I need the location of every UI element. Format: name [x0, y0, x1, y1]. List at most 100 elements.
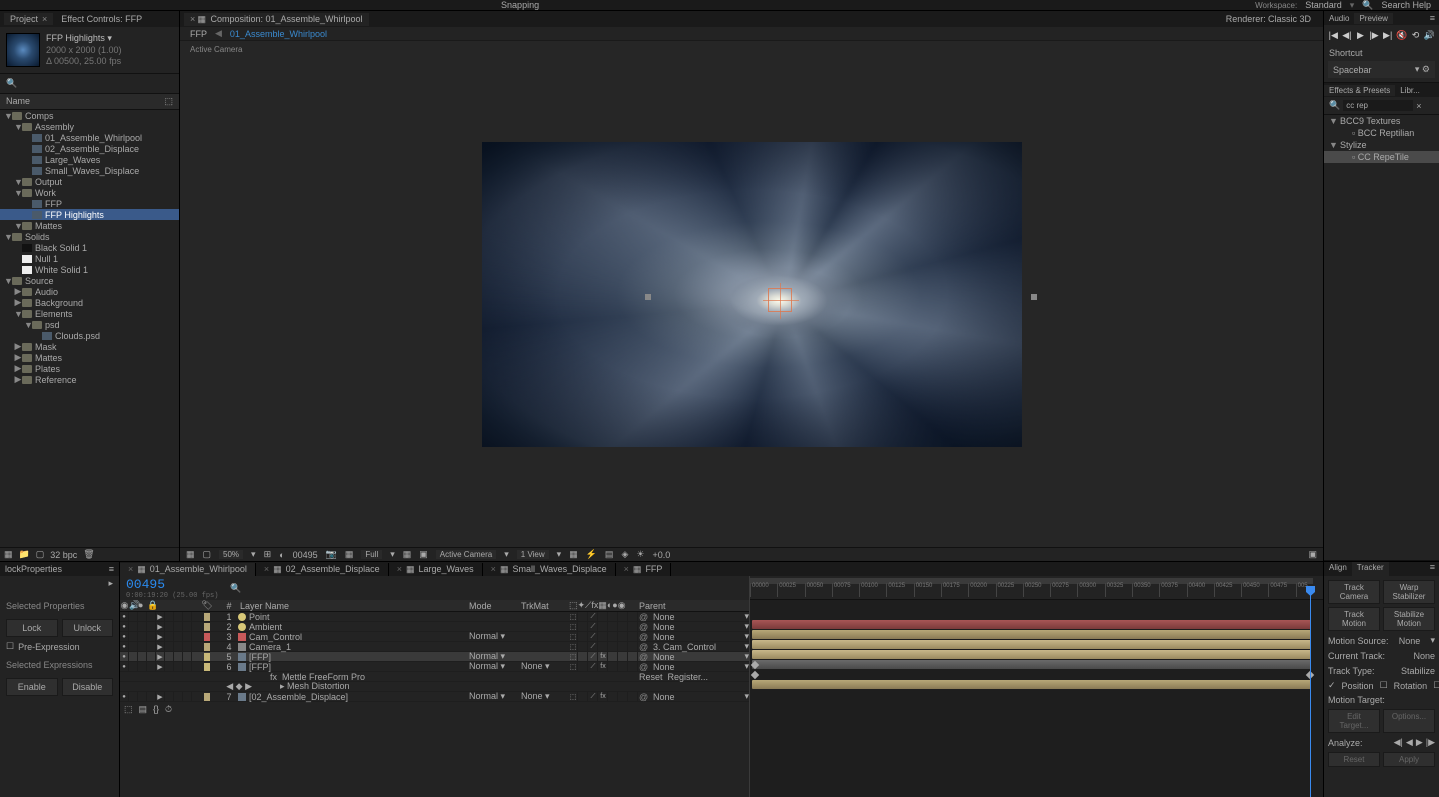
- magnification-dropdown[interactable]: 50%: [219, 550, 243, 559]
- visibility-toggle[interactable]: [120, 692, 129, 701]
- exposure-value[interactable]: +0.0: [652, 550, 670, 560]
- parent-dropdown[interactable]: None: [653, 662, 675, 672]
- views-dropdown[interactable]: 1 View: [517, 550, 549, 559]
- timeline-tab[interactable]: ×▦01_Assemble_Whirlpool: [120, 563, 256, 576]
- toggle-switches-icon[interactable]: ⬚: [124, 704, 133, 715]
- pixel-aspect-icon[interactable]: ▦: [569, 549, 578, 560]
- grid-icon[interactable]: ⊞: [264, 549, 272, 560]
- stabilize-motion-button[interactable]: Stabilize Motion: [1383, 607, 1435, 631]
- resolution-dropdown[interactable]: Full: [361, 550, 382, 559]
- tree-item[interactable]: ▼Solids: [0, 231, 179, 242]
- transparency-icon[interactable]: ▦: [403, 549, 412, 560]
- tree-item[interactable]: ▼psd: [0, 319, 179, 330]
- pickwhip-icon[interactable]: @: [639, 662, 649, 672]
- effect-item[interactable]: ▼Stylize: [1324, 139, 1439, 151]
- parent-dropdown[interactable]: None: [653, 632, 675, 642]
- trash-icon[interactable]: 🗑: [83, 549, 94, 560]
- search-icon[interactable]: 🔍⁠: [230, 583, 241, 594]
- lock-icon[interactable]: ▦: [198, 14, 207, 24]
- pickwhip-icon[interactable]: @: [639, 692, 649, 702]
- tree-item[interactable]: ▶Mattes: [0, 352, 179, 363]
- motion-source-dropdown[interactable]: None: [1399, 636, 1421, 646]
- tree-item[interactable]: FFP: [0, 198, 179, 209]
- layer-bar[interactable]: [752, 680, 1311, 689]
- expand-toggle[interactable]: ▶: [156, 632, 165, 641]
- reset-link[interactable]: Reset: [639, 672, 663, 682]
- tree-item[interactable]: Large_Waves: [0, 154, 179, 165]
- audio-button[interactable]: 🔊: [1424, 29, 1435, 41]
- timeline-icon[interactable]: ▤: [605, 549, 614, 560]
- effects-search-input[interactable]: [1343, 100, 1413, 111]
- effect-item[interactable]: ▼BCC9 Textures: [1324, 115, 1439, 127]
- project-tree[interactable]: ▼Comps▼Assembly01_Assemble_Whirlpool02_A…: [0, 110, 179, 547]
- enable-button[interactable]: Enable: [6, 678, 58, 696]
- col-parent[interactable]: Parent: [639, 601, 749, 611]
- effects-presets-tab[interactable]: Effects & Presets: [1324, 85, 1395, 96]
- keyframe[interactable]: [751, 671, 759, 679]
- audio-toggle[interactable]: [129, 632, 138, 641]
- mask-icon[interactable]: ◐: [279, 550, 284, 560]
- project-search-input[interactable]: [21, 79, 173, 89]
- tree-item[interactable]: Clouds.psd: [0, 330, 179, 341]
- workspace-dropdown[interactable]: Standard: [1305, 0, 1342, 10]
- pickwhip-icon[interactable]: @: [639, 632, 649, 642]
- lock-toggle[interactable]: [147, 692, 156, 701]
- prev-frame-button[interactable]: ◀|: [1342, 29, 1353, 41]
- tree-item[interactable]: ▶Background: [0, 297, 179, 308]
- solo-toggle[interactable]: [138, 692, 147, 701]
- tree-item[interactable]: ▼Assembly: [0, 121, 179, 132]
- current-time[interactable]: 00495: [293, 550, 318, 560]
- shortcut-dropdown[interactable]: Spacebar: [1333, 65, 1372, 75]
- solo-toggle[interactable]: [138, 652, 147, 661]
- solo-toggle[interactable]: [138, 622, 147, 631]
- disable-button[interactable]: Disable: [62, 678, 114, 696]
- tree-item[interactable]: ▼Elements: [0, 308, 179, 319]
- panel-menu-icon[interactable]: ≡: [109, 564, 114, 574]
- col-mode[interactable]: Mode: [469, 601, 521, 611]
- tree-item[interactable]: ▶Audio: [0, 286, 179, 297]
- audio-toggle[interactable]: [129, 652, 138, 661]
- expand-toggle[interactable]: ▶: [156, 642, 165, 651]
- parent-dropdown[interactable]: None: [653, 652, 675, 662]
- expand-toggle[interactable]: ▶: [156, 622, 165, 631]
- analyze-fwd-button[interactable]: ▶: [1416, 737, 1423, 748]
- solo-toggle[interactable]: [138, 662, 147, 671]
- transfer-modes-icon[interactable]: ▤: [139, 704, 148, 715]
- layer-bar[interactable]: [752, 650, 1311, 659]
- options-button[interactable]: Options...: [1383, 709, 1435, 733]
- timeline-tab[interactable]: ×▦Large_Waves: [389, 563, 483, 576]
- snapping-label[interactable]: Snapping: [501, 0, 539, 10]
- flowchart-icon[interactable]: ◈: [621, 549, 628, 560]
- parent-dropdown[interactable]: 3. Cam_Control: [653, 642, 716, 652]
- mute-button[interactable]: 🔇: [1396, 29, 1407, 41]
- pickwhip-icon[interactable]: @: [639, 612, 649, 622]
- layer-bar[interactable]: [752, 620, 1311, 629]
- search-help[interactable]: Search Help: [1381, 0, 1431, 10]
- interpret-icon[interactable]: ▦: [4, 549, 13, 560]
- lock-toggle[interactable]: [147, 632, 156, 641]
- lock-toggle[interactable]: [147, 612, 156, 621]
- tracker-tab[interactable]: Tracker: [1352, 562, 1389, 576]
- effect-controls-tab[interactable]: Effect Controls: FFP: [55, 13, 148, 25]
- audio-toggle[interactable]: [129, 662, 138, 671]
- loop-button[interactable]: ⟲: [1410, 29, 1421, 41]
- parent-dropdown[interactable]: None: [653, 692, 675, 702]
- search-icon[interactable]: 🔍⁠: [6, 78, 17, 89]
- next-frame-button[interactable]: |▶: [1369, 29, 1380, 41]
- parent-dropdown[interactable]: None: [653, 612, 675, 622]
- anchor-point-marker[interactable]: [768, 288, 792, 312]
- tree-item[interactable]: 02_Assemble_Displace: [0, 143, 179, 154]
- close-icon[interactable]: ×: [42, 14, 47, 24]
- lock-toggle[interactable]: [147, 642, 156, 651]
- visibility-toggle[interactable]: [120, 652, 129, 661]
- comp-canvas[interactable]: [482, 142, 1022, 447]
- collapse-icon[interactable]: ▸: [0, 576, 119, 591]
- clear-search-icon[interactable]: ×: [1416, 101, 1421, 111]
- audio-toggle[interactable]: [129, 642, 138, 651]
- tree-item[interactable]: ▶Reference: [0, 374, 179, 385]
- in-out-icon[interactable]: {}: [153, 704, 159, 715]
- layer-row[interactable]: ▶6[FFP]Normal ▾None ▾⬚⟋fx@None▾: [120, 662, 749, 672]
- solo-toggle[interactable]: [138, 642, 147, 651]
- breadcrumb-root[interactable]: FFP: [190, 29, 207, 39]
- register-link[interactable]: Register...: [668, 672, 709, 682]
